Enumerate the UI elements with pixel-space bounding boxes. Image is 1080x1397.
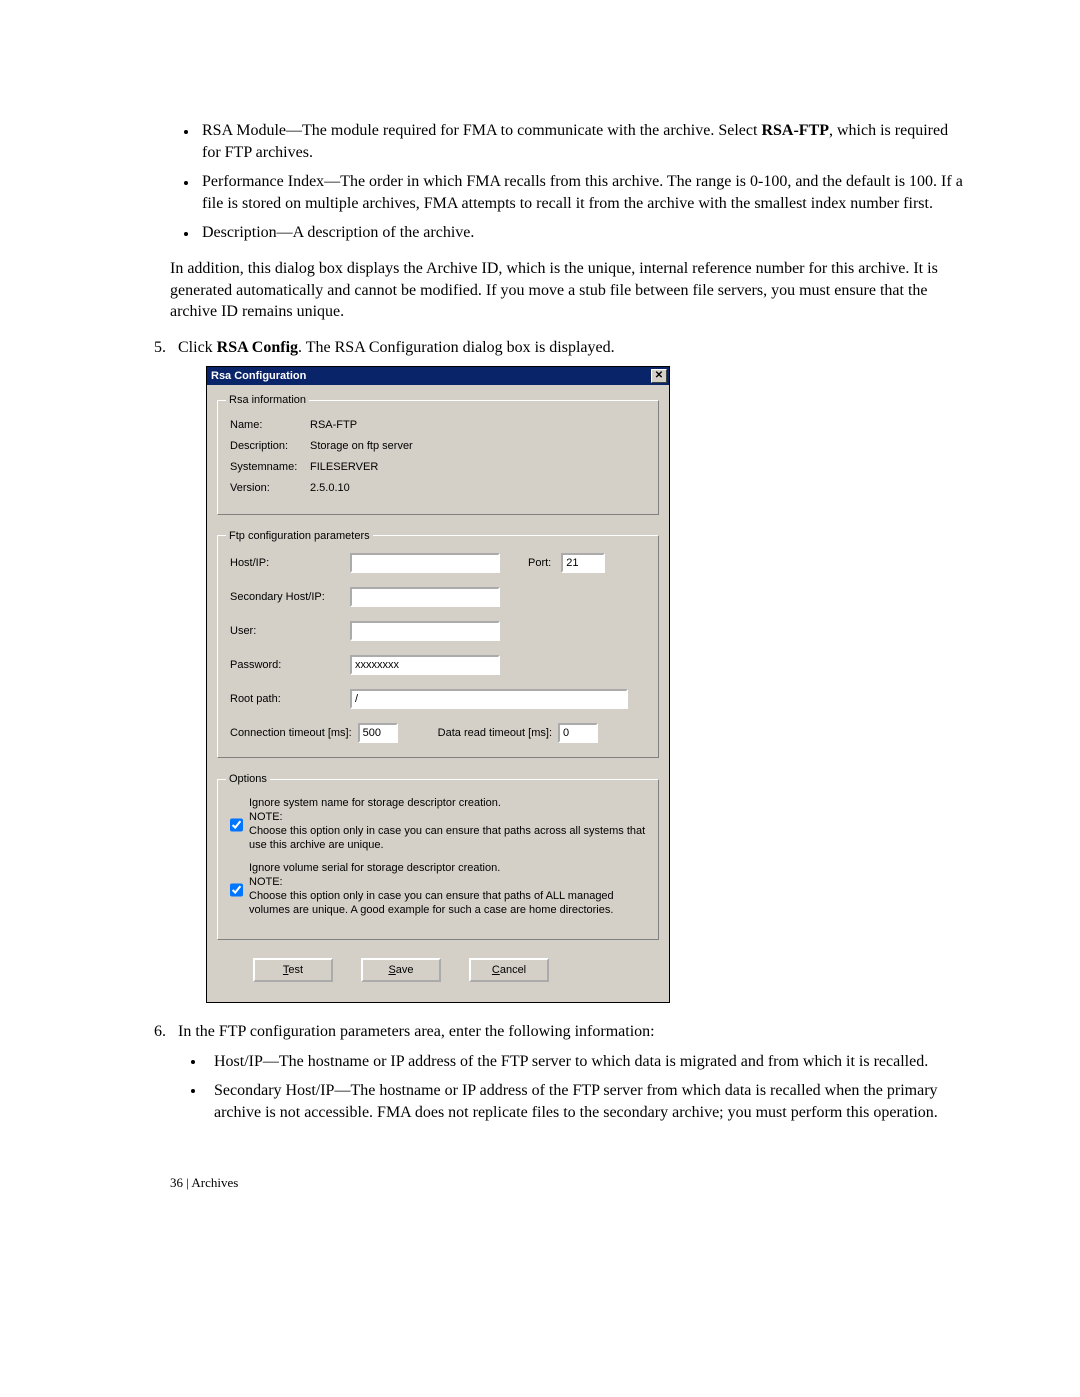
port-label: Port: xyxy=(528,556,551,571)
version-label: Version: xyxy=(230,481,310,496)
opt1-note-label: NOTE: xyxy=(249,811,283,823)
cancel-button[interactable]: Cancel xyxy=(469,958,549,982)
version-value: 2.5.0.10 xyxy=(310,481,350,496)
bullet-hostip: Host/IP—The hostname or IP address of th… xyxy=(206,1051,970,1073)
step5-pre: Click xyxy=(178,339,217,356)
opt2-note-label: NOTE: xyxy=(249,876,283,888)
password-input[interactable] xyxy=(350,655,500,675)
hostip-label: Host/IP: xyxy=(230,556,350,571)
steps-list: Click RSA Config. The RSA Configuration … xyxy=(170,337,970,1124)
term: Secondary Host/IP xyxy=(214,1082,334,1099)
opt1-label: Ignore system name for storage descripto… xyxy=(249,797,501,809)
conn-timeout-input[interactable] xyxy=(358,723,398,743)
group-ftp-params: Ftp configuration parameters Host/IP: Po… xyxy=(217,529,659,759)
desc-value: Storage on ftp server xyxy=(310,439,413,454)
bullet-rsa-module: RSA Module—The module required for FMA t… xyxy=(198,120,970,163)
bottom-bullet-list: Host/IP—The hostname or IP address of th… xyxy=(206,1051,970,1124)
port-input[interactable] xyxy=(561,553,605,573)
save-button[interactable]: Save xyxy=(361,958,441,982)
bullet-performance-index: Performance Index—The order in which FMA… xyxy=(198,171,970,214)
sysname-value: FILESERVER xyxy=(310,460,378,475)
page-footer: 36 | Archives xyxy=(170,1174,970,1192)
sechost-label: Secondary Host/IP: xyxy=(230,590,350,605)
text: —The module required for FMA to communic… xyxy=(286,122,761,139)
term: Performance Index xyxy=(202,173,324,190)
name-value: RSA-FTP xyxy=(310,418,357,433)
addition-paragraph: In addition, this dialog box displays th… xyxy=(170,258,970,323)
term: RSA Module xyxy=(202,122,286,139)
name-label: Name: xyxy=(230,418,310,433)
dialog-title: Rsa Configuration xyxy=(211,369,651,384)
opt2-note-text: Choose this option only in case you can … xyxy=(249,890,614,916)
rootpath-label: Root path: xyxy=(230,692,350,707)
group-options: Options Ignore system name for storage d… xyxy=(217,772,659,940)
group-options-legend: Options xyxy=(226,772,270,787)
top-bullet-list: RSA Module—The module required for FMA t… xyxy=(198,120,970,244)
opt1-note-text: Choose this option only in case you can … xyxy=(249,825,645,851)
rootpath-input[interactable] xyxy=(350,689,628,709)
sechost-input[interactable] xyxy=(350,587,500,607)
conn-timeout-label: Connection timeout [ms]: xyxy=(230,726,352,741)
desc-label: Description: xyxy=(230,439,310,454)
bullet-description: Description—A description of the archive… xyxy=(198,222,970,244)
step5-post: . The RSA Configuration dialog box is di… xyxy=(298,339,615,356)
option-ignore-systemname: Ignore system name for storage descripto… xyxy=(230,797,646,852)
text: —The hostname or IP address of the FTP s… xyxy=(263,1053,928,1070)
data-timeout-label: Data read timeout [ms]: xyxy=(438,726,552,741)
step-5: Click RSA Config. The RSA Configuration … xyxy=(170,337,970,1004)
text: —A description of the archive. xyxy=(277,224,475,241)
group-rsa-information: Rsa information Name: RSA-FTP Descriptio… xyxy=(217,393,659,514)
test-button[interactable]: Test xyxy=(253,958,333,982)
option-ignore-volumeserial: Ignore volume serial for storage descrip… xyxy=(230,862,646,917)
rsa-config-dialog: Rsa Configuration ✕ Rsa information Name… xyxy=(206,366,670,1003)
step5-bold: RSA Config xyxy=(217,339,298,356)
term: Description xyxy=(202,224,277,241)
dialog-button-row: Test Save Cancel xyxy=(217,954,659,990)
user-input[interactable] xyxy=(350,621,500,641)
opt2-label: Ignore volume serial for storage descrip… xyxy=(249,862,500,874)
bullet-secondary-hostip: Secondary Host/IP—The hostname or IP add… xyxy=(206,1080,970,1123)
dialog-titlebar: Rsa Configuration ✕ xyxy=(207,367,669,385)
dialog-body: Rsa information Name: RSA-FTP Descriptio… xyxy=(207,385,669,1002)
data-timeout-input[interactable] xyxy=(558,723,598,743)
hostip-input[interactable] xyxy=(350,553,500,573)
bold: RSA-FTP xyxy=(761,122,829,139)
step6-text: In the FTP configuration parameters area… xyxy=(178,1023,655,1040)
group-rsa-legend: Rsa information xyxy=(226,393,309,408)
opt2-checkbox[interactable] xyxy=(230,863,243,917)
step-6: In the FTP configuration parameters area… xyxy=(170,1021,970,1123)
close-icon[interactable]: ✕ xyxy=(651,369,667,383)
term: Host/IP xyxy=(214,1053,263,1070)
sysname-label: Systemname: xyxy=(230,460,310,475)
group-ftp-legend: Ftp configuration parameters xyxy=(226,529,373,544)
user-label: User: xyxy=(230,624,350,639)
opt1-checkbox[interactable] xyxy=(230,798,243,852)
password-label: Password: xyxy=(230,658,350,673)
